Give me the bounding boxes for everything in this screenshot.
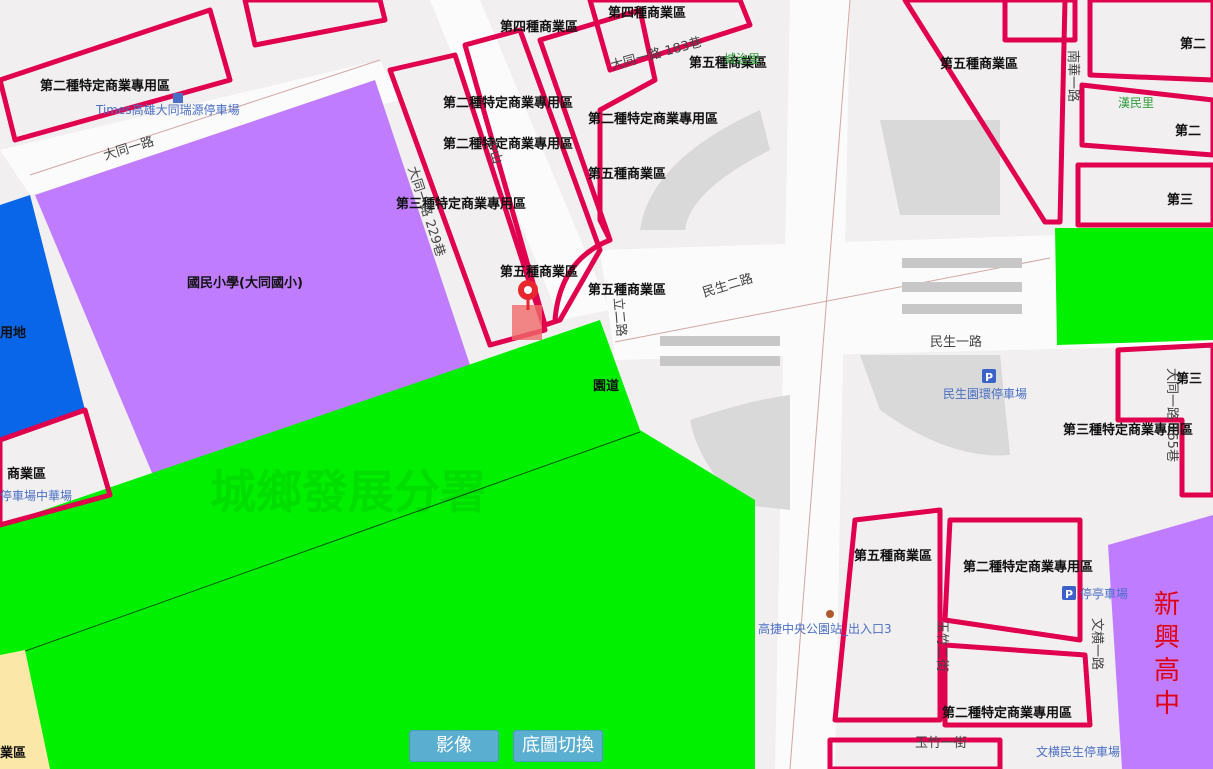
side-label-char-2: 興 (1154, 623, 1180, 652)
poi-times-parking: Times高雄大同瑞源停車場 (95, 102, 240, 117)
label-c2-special-f: 第二 (1180, 36, 1206, 52)
poi-wenheng-parking: 文横民生停車場 (1036, 744, 1120, 759)
label-c2-special-e2: 第二種特定商業專用區 (942, 705, 1072, 721)
label-c5-e: 第五種商業區 (588, 282, 666, 298)
parking-icon[interactable] (173, 93, 183, 103)
label-c5-f: 第五種商業區 (854, 548, 932, 564)
poi-hanmin: 漢民里 (1118, 96, 1154, 110)
label-school: 國民小學(大同國小) (187, 275, 303, 291)
label-commerce-partial-b: 業區 (0, 745, 26, 761)
poi-pavilion-parking: 停亭車場 (1080, 586, 1128, 601)
label-road-yuzhu: 玉竹一街 (915, 736, 967, 751)
poi-minsheng-parking: 民生園環停車場 (943, 386, 1027, 401)
label-c4-a: 第四種商業區 (500, 19, 578, 35)
label-c2-special-g: 第二 (1175, 123, 1201, 139)
label-road-yuzhu2: 玉竹二街 (934, 620, 949, 672)
zoning-map[interactable]: 第二種特定商業專用區 第二種特定商業專用區 第二種特定商業專用區 第二種特定商業… (0, 0, 1213, 769)
label-road-datong1-165: 大同一路 165巷 (1164, 368, 1180, 462)
metro-exit-icon[interactable] (826, 610, 834, 618)
svg-text:P: P (985, 371, 993, 384)
side-label-char-3: 高 (1154, 656, 1180, 685)
label-c4-b: 第四種商業區 (608, 5, 686, 21)
label-road-wenheng1: 文横一路 (1089, 618, 1105, 670)
label-c2-special-c: 第二種特定商業專用區 (588, 111, 718, 127)
svg-text:P: P (1065, 588, 1073, 601)
poi-chengzhi: 城治里 (724, 52, 760, 66)
watermark: 城鄉發展分署 (210, 465, 486, 519)
poi-kmrt-exit: 高捷中央公園站_出入口3 (758, 621, 892, 636)
side-label-char-4: 中 (1154, 689, 1180, 718)
basemap-switch-button[interactable]: 底圖切換 (513, 730, 603, 762)
label-c2-special-d: 第二種特定商業專用區 (443, 136, 573, 152)
label-c2-special-a: 第二種特定商業專用區 (40, 78, 170, 94)
label-c2-special-e: 第二種特定商業專用區 (963, 559, 1093, 575)
image-toggle-button[interactable]: 影像 (409, 730, 499, 762)
label-park-road: 園道 (593, 378, 619, 394)
label-land-partial: 用地 (0, 325, 26, 341)
zone-park-green-right[interactable] (1055, 228, 1213, 345)
side-label-char-1: 新 (1154, 590, 1180, 619)
label-c5-d: 第五種商業區 (500, 264, 578, 280)
label-commerce-partial: 商業區 (7, 466, 46, 482)
label-c2-special-b: 第二種特定商業專用區 (443, 95, 573, 111)
label-road-li2: 立二路 (610, 297, 629, 337)
label-c5-c: 第五種商業區 (588, 166, 666, 182)
poi-zhongxing-parking: 停車場中華場 (0, 488, 72, 503)
label-road-nanhua1: 南華一路 (1065, 50, 1081, 102)
label-c5-b: 第五種商業區 (940, 56, 1018, 72)
label-road-minsheng1: 民生一路 (930, 334, 982, 350)
label-c3-special-c: 第三 (1167, 192, 1193, 208)
